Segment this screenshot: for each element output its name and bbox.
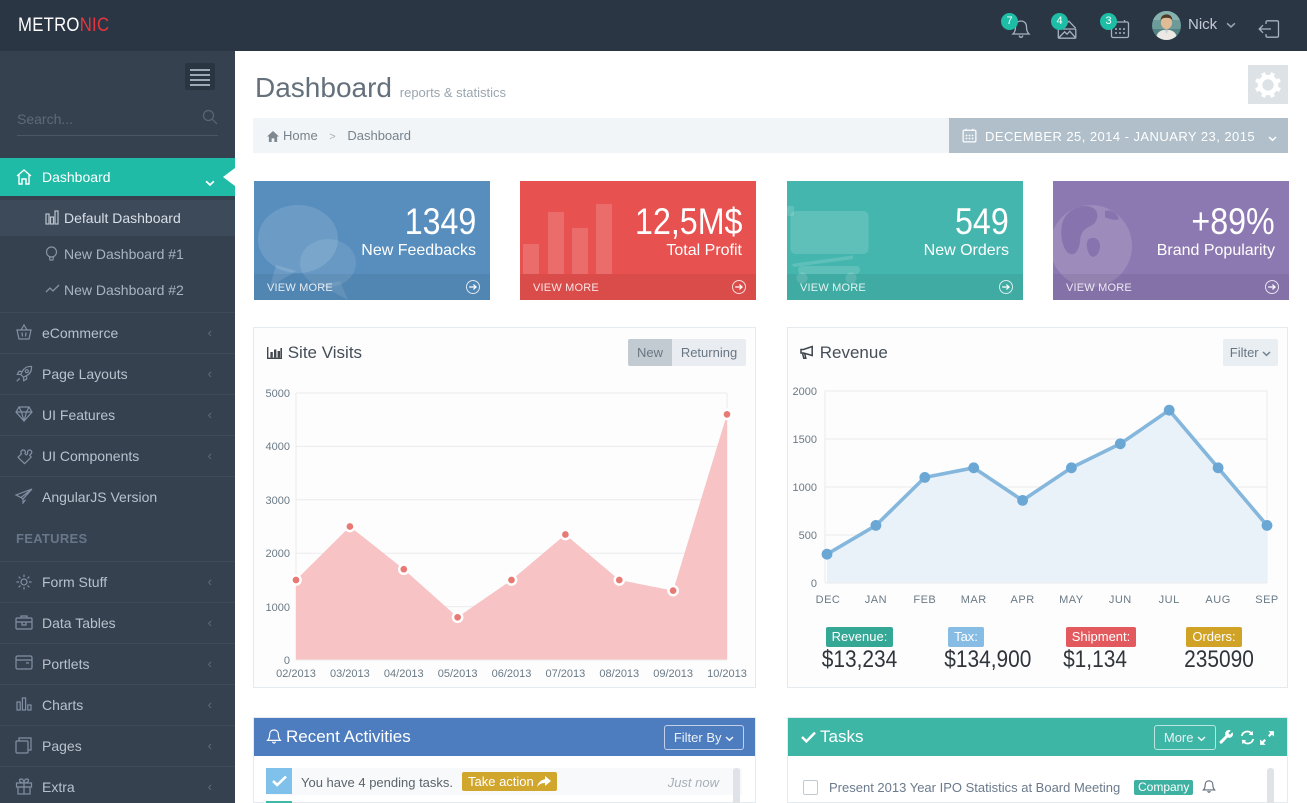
svg-text:02/2013: 02/2013 (276, 668, 316, 680)
svg-text:04/2013: 04/2013 (384, 668, 424, 680)
svg-text:4000: 4000 (266, 441, 290, 453)
svg-text:08/2013: 08/2013 (599, 668, 639, 680)
svg-text:09/2013: 09/2013 (653, 668, 693, 680)
svg-text:07/2013: 07/2013 (546, 668, 586, 680)
svg-text:AUG: AUG (1205, 594, 1230, 606)
svg-text:1000: 1000 (793, 482, 817, 494)
svg-text:500: 500 (799, 530, 817, 542)
svg-text:0: 0 (811, 578, 817, 590)
svg-text:1500: 1500 (793, 434, 817, 446)
svg-text:FEB: FEB (913, 594, 936, 606)
svg-text:03/2013: 03/2013 (330, 668, 370, 680)
svg-text:JUL: JUL (1159, 594, 1180, 606)
svg-text:APR: APR (1011, 594, 1035, 606)
svg-text:3000: 3000 (266, 495, 290, 507)
svg-text:MAY: MAY (1059, 594, 1084, 606)
svg-text:JAN: JAN (865, 594, 887, 606)
svg-text:5000: 5000 (266, 388, 290, 400)
svg-text:10/2013: 10/2013 (707, 668, 747, 680)
svg-text:2000: 2000 (793, 386, 817, 398)
svg-text:05/2013: 05/2013 (438, 668, 478, 680)
svg-text:SEP: SEP (1255, 594, 1279, 606)
svg-text:JUN: JUN (1109, 594, 1132, 606)
svg-text:0: 0 (284, 655, 290, 667)
svg-text:1000: 1000 (266, 602, 290, 614)
svg-text:06/2013: 06/2013 (492, 668, 532, 680)
svg-text:DEC: DEC (816, 594, 841, 606)
svg-text:2000: 2000 (266, 548, 290, 560)
svg-text:MAR: MAR (961, 594, 987, 606)
